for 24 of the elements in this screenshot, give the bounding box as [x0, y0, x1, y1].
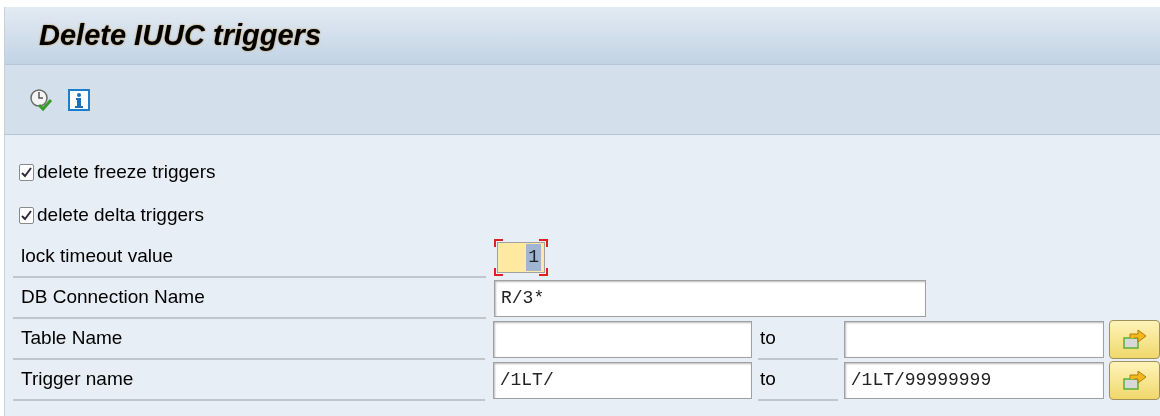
field-label: lock timeout value: [13, 237, 486, 278]
field-label: Table Name: [13, 319, 485, 360]
multiple-selection-button[interactable]: [1109, 361, 1160, 400]
folder-arrow-icon: [1121, 327, 1148, 352]
field-label: DB Connection Name: [13, 278, 486, 319]
info-icon[interactable]: [67, 87, 91, 112]
input-field[interactable]: /1LT/99999999: [843, 362, 1105, 399]
checkbox-label: delete freeze triggers: [37, 160, 216, 185]
window-title: Delete IUUC triggers: [39, 17, 321, 53]
input-field[interactable]: /1LT/: [492, 362, 753, 399]
input-field[interactable]: R/3*: [494, 280, 926, 317]
execute-clock-icon[interactable]: [29, 87, 53, 112]
input-field[interactable]: [843, 321, 1105, 358]
input-field[interactable]: [492, 321, 753, 358]
focus-frame: [494, 239, 548, 276]
checkbox-label: delete delta triggers: [37, 203, 204, 228]
input-field[interactable]: 1: [497, 242, 545, 273]
checkbox[interactable]: [19, 164, 34, 181]
field-label: to: [758, 319, 838, 360]
field-label: Trigger name: [13, 360, 485, 401]
field-label: to: [758, 360, 838, 401]
folder-arrow-icon: [1121, 368, 1148, 393]
checkbox[interactable]: [19, 207, 34, 224]
multiple-selection-button[interactable]: [1109, 320, 1160, 359]
